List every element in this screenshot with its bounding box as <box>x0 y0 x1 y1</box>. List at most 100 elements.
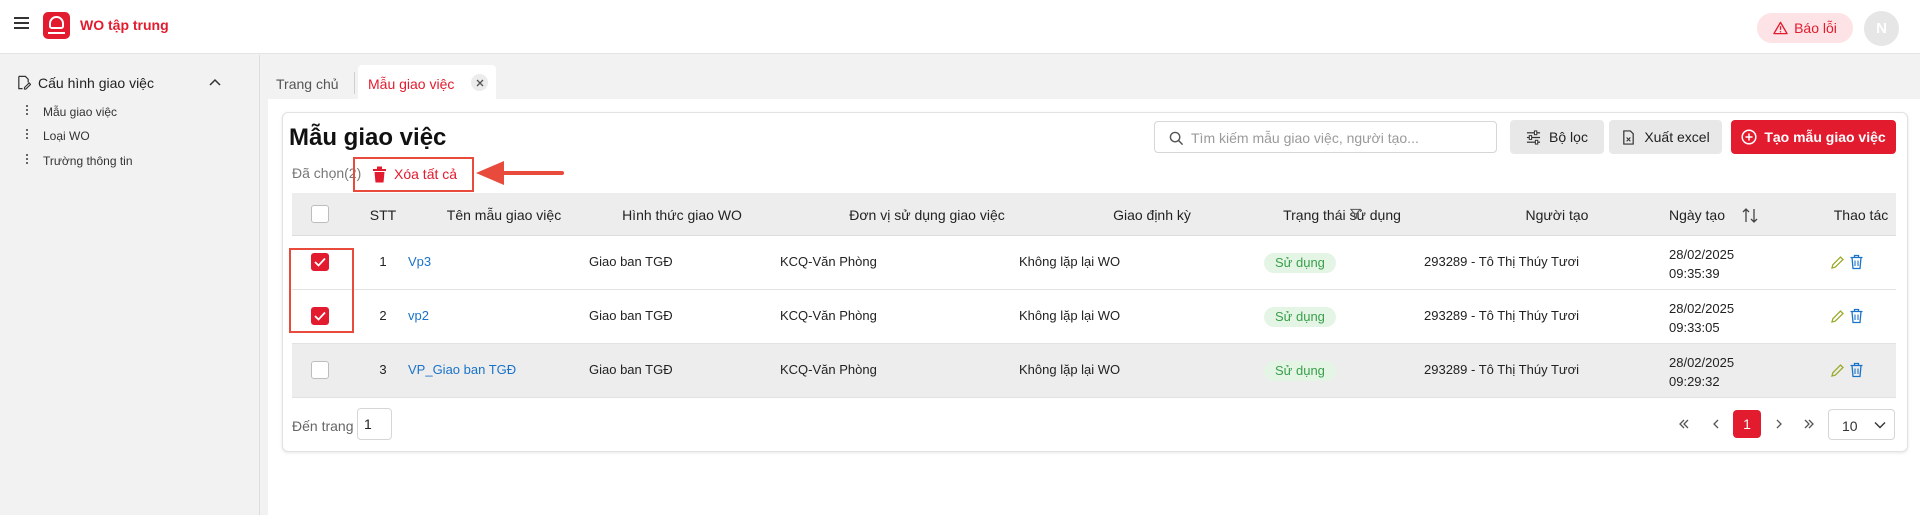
status-badge: Sử dụng <box>1264 307 1336 327</box>
cell-created-date: 28/02/2025 09:33:05 <box>1669 299 1734 337</box>
select-all-checkbox[interactable] <box>311 205 329 223</box>
row-checkbox[interactable] <box>311 253 329 271</box>
created-time: 09:33:05 <box>1669 320 1720 335</box>
first-page-button[interactable] <box>1670 410 1698 438</box>
prev-page-button[interactable] <box>1702 410 1730 438</box>
table-row[interactable]: 2 vp2 Giao ban TGĐ KCQ-Văn Phòng Không l… <box>292 290 1896 344</box>
edit-pencil-icon[interactable] <box>1830 362 1845 378</box>
sidebar: Cấu hình giao việc Mẫu giao việc Loại WO… <box>0 55 260 515</box>
cell-periodic: Không lặp lại WO <box>1019 254 1121 269</box>
annotation-arrow <box>476 161 564 185</box>
trash-icon[interactable] <box>1849 254 1864 270</box>
user-avatar[interactable]: N <box>1864 11 1899 46</box>
export-excel-label: Xuất excel <box>1644 129 1710 145</box>
filter-button[interactable]: Bộ lọc <box>1510 120 1604 154</box>
cell-template-name-link[interactable]: vp2 <box>408 308 429 323</box>
plus-circle-icon <box>1741 129 1757 145</box>
tab-label: Mẫu giao việc <box>368 76 455 92</box>
sort-icon[interactable] <box>1742 208 1758 223</box>
cell-stt: 2 <box>379 308 387 323</box>
page-size-select[interactable]: 10 <box>1828 409 1895 440</box>
tab-home[interactable]: Trang chủ <box>276 76 339 92</box>
search-icon <box>1169 131 1184 146</box>
tab-task-template[interactable]: Mẫu giao việc <box>358 65 496 99</box>
cell-created-date: 28/02/2025 09:35:39 <box>1669 245 1734 283</box>
cell-unit: KCQ-Văn Phòng <box>780 254 877 269</box>
column-header-template-name: Tên mẫu giao việc <box>446 207 562 223</box>
cell-stt: 1 <box>379 254 387 269</box>
cell-periodic: Không lặp lại WO <box>1019 308 1121 323</box>
status-badge: Sử dụng <box>1264 361 1336 381</box>
checkmark-icon <box>314 257 326 267</box>
cell-template-name-link[interactable]: VP_Giao ban TGĐ <box>408 362 516 377</box>
goto-page-input[interactable] <box>357 408 392 440</box>
created-date: 28/02/2025 <box>1669 247 1735 262</box>
edit-document-icon <box>18 75 31 90</box>
drag-dots-icon <box>26 154 29 166</box>
created-time: 09:35:39 <box>1669 266 1720 281</box>
tab-close-button[interactable] <box>471 74 488 91</box>
cell-wo-form: Giao ban TGĐ <box>589 308 673 323</box>
trash-icon[interactable] <box>1849 308 1864 324</box>
page-title: Mẫu giao việc <box>289 124 447 151</box>
row-checkbox[interactable] <box>311 361 329 379</box>
cell-creator: 293289 - Tô Thị Thúy Tươi <box>1424 362 1580 377</box>
cell-wo-form: Giao ban TGĐ <box>589 362 673 377</box>
delete-all-button[interactable]: Xóa tất cả <box>353 157 474 192</box>
app-title: WO tập trung <box>80 17 169 33</box>
chevron-left-icon <box>1713 419 1719 429</box>
sidebar-group-label: Cấu hình giao việc <box>38 75 154 91</box>
delete-all-label: Xóa tất cả <box>394 166 458 182</box>
table-header: STT Tên mẫu giao việc Hình thức giao WO … <box>292 193 1896 236</box>
created-time: 09:29:32 <box>1669 374 1720 389</box>
app-logo <box>43 12 70 39</box>
last-page-button[interactable] <box>1795 410 1823 438</box>
filter-icon[interactable] <box>1350 208 1361 219</box>
column-header-actions: Thao tác <box>1833 207 1889 223</box>
cell-unit: KCQ-Văn Phòng <box>780 308 877 323</box>
page-button-current[interactable]: 1 <box>1733 410 1761 438</box>
table-row[interactable]: 3 VP_Giao ban TGĐ Giao ban TGĐ KCQ-Văn P… <box>292 344 1896 398</box>
sidebar-item-task-template[interactable]: Mẫu giao việc <box>26 102 226 122</box>
column-header-unit: Đơn vị sử dụng giao việc <box>849 207 1005 223</box>
drag-dots-icon <box>26 129 29 141</box>
cell-created-date: 28/02/2025 09:29:32 <box>1669 353 1734 391</box>
top-bar: WO tập trung Báo lỗi N <box>0 0 1920 54</box>
edit-pencil-icon[interactable] <box>1830 308 1845 324</box>
trash-icon[interactable] <box>1849 362 1864 378</box>
search-input[interactable] <box>1191 128 1486 148</box>
created-date: 28/02/2025 <box>1669 355 1735 370</box>
goto-page-label: Đến trang <box>292 418 354 434</box>
search-box[interactable] <box>1154 121 1497 153</box>
page-size-value: 10 <box>1842 418 1858 434</box>
create-template-button[interactable]: Tạo mẫu giao việc <box>1731 120 1896 154</box>
sidebar-item-label: Trường thông tin <box>43 154 133 168</box>
filter-label: Bộ lọc <box>1549 129 1588 145</box>
filter-sliders-icon <box>1526 129 1541 145</box>
sidebar-item-wo-type[interactable]: Loại WO <box>26 126 226 146</box>
row-checkbox[interactable] <box>311 307 329 325</box>
created-date: 28/02/2025 <box>1669 301 1735 316</box>
report-bug-label: Báo lỗi <box>1794 20 1837 36</box>
close-icon <box>476 79 483 86</box>
cell-template-name-link[interactable]: Vp3 <box>408 254 431 269</box>
double-chevron-left-icon <box>1679 419 1689 429</box>
cell-unit: KCQ-Văn Phòng <box>780 362 877 377</box>
warning-icon <box>1773 21 1788 35</box>
table-row[interactable]: 1 Vp3 Giao ban TGĐ KCQ-Văn Phòng Không l… <box>292 236 1896 290</box>
create-template-label: Tạo mẫu giao việc <box>1764 129 1886 145</box>
cell-wo-form: Giao ban TGĐ <box>589 254 673 269</box>
hamburger-menu-icon[interactable] <box>14 17 29 29</box>
export-excel-button[interactable]: Xuất excel <box>1609 120 1722 154</box>
next-page-button[interactable] <box>1765 410 1793 438</box>
column-header-status: Trạng thái sử dụng <box>1283 207 1401 223</box>
sidebar-group-task-config[interactable]: Cấu hình giao việc <box>16 73 226 93</box>
selected-count: Đã chọn(2) <box>292 165 362 181</box>
report-bug-button[interactable]: Báo lỗi <box>1757 13 1853 43</box>
edit-pencil-icon[interactable] <box>1830 254 1845 270</box>
double-chevron-right-icon <box>1804 419 1814 429</box>
checkmark-icon <box>314 311 326 321</box>
chevron-right-icon <box>1776 419 1782 429</box>
chevron-up-icon[interactable] <box>209 77 221 87</box>
sidebar-item-info-fields[interactable]: Trường thông tin <box>26 151 226 171</box>
